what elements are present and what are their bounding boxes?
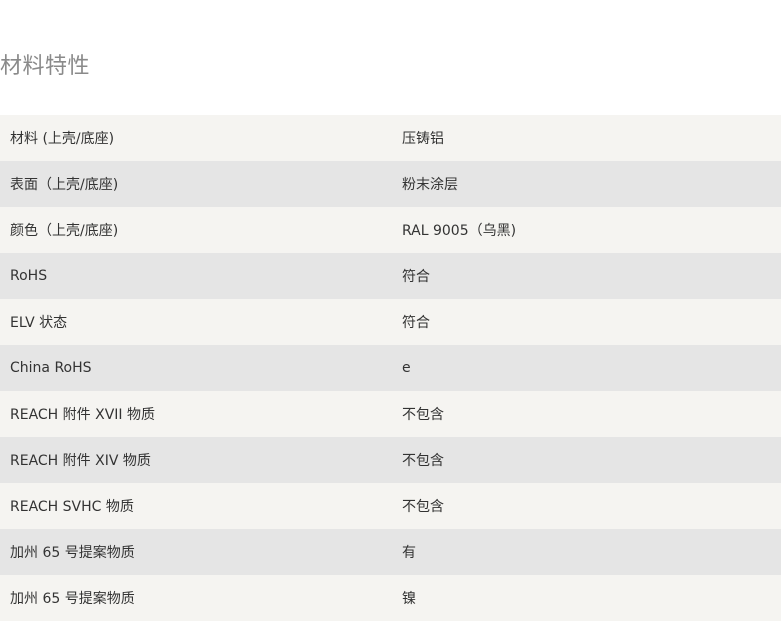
- property-value: 有: [402, 545, 416, 561]
- property-value: 符合: [402, 269, 430, 285]
- property-label: REACH 附件 XVII 物质: [10, 407, 155, 423]
- property-label: 加州 65 号提案物质: [10, 545, 135, 561]
- table-row: 材料 (上壳/底座) 压铸铝: [0, 115, 781, 161]
- property-value: 符合: [402, 315, 430, 331]
- table-row: 颜色（上壳/底座) RAL 9005（乌黑): [0, 207, 781, 253]
- property-value: 不包含: [402, 407, 444, 423]
- property-value: 粉末涂层: [402, 177, 458, 193]
- property-label: ELV 状态: [10, 315, 68, 331]
- property-value: RAL 9005（乌黑): [402, 223, 517, 239]
- table-row: REACH 附件 XVII 物质 不包含: [0, 391, 781, 437]
- property-label: RoHS: [10, 268, 48, 284]
- table-row: ELV 状态 符合: [0, 299, 781, 345]
- table-row: 表面（上壳/底座) 粉末涂层: [0, 161, 781, 207]
- property-label: REACH SVHC 物质: [10, 499, 134, 515]
- property-value: 压铸铝: [402, 131, 444, 147]
- table-row: RoHS 符合: [0, 253, 781, 299]
- property-label: 表面（上壳/底座): [10, 177, 119, 193]
- property-label: REACH 附件 XIV 物质: [10, 453, 151, 469]
- property-label: 颜色（上壳/底座): [10, 223, 119, 239]
- property-value: 镍: [402, 591, 416, 607]
- property-value: e: [402, 360, 411, 376]
- table-row: 加州 65 号提案物质 有: [0, 529, 781, 575]
- table-row: China RoHS e: [0, 345, 781, 391]
- table-row: 加州 65 号提案物质 镍: [0, 575, 781, 621]
- material-properties-table: 材料 (上壳/底座) 压铸铝 表面（上壳/底座) 粉末涂层 颜色（上壳/底座) …: [0, 115, 781, 621]
- property-value: 不包含: [402, 499, 444, 515]
- property-label: 加州 65 号提案物质: [10, 591, 135, 607]
- property-value: 不包含: [402, 453, 444, 469]
- table-row: REACH SVHC 物质 不包含: [0, 483, 781, 529]
- table-row: REACH 附件 XIV 物质 不包含: [0, 437, 781, 483]
- property-label: China RoHS: [10, 360, 92, 376]
- section-title: 材料特性: [0, 54, 91, 79]
- property-label: 材料 (上壳/底座): [10, 131, 115, 147]
